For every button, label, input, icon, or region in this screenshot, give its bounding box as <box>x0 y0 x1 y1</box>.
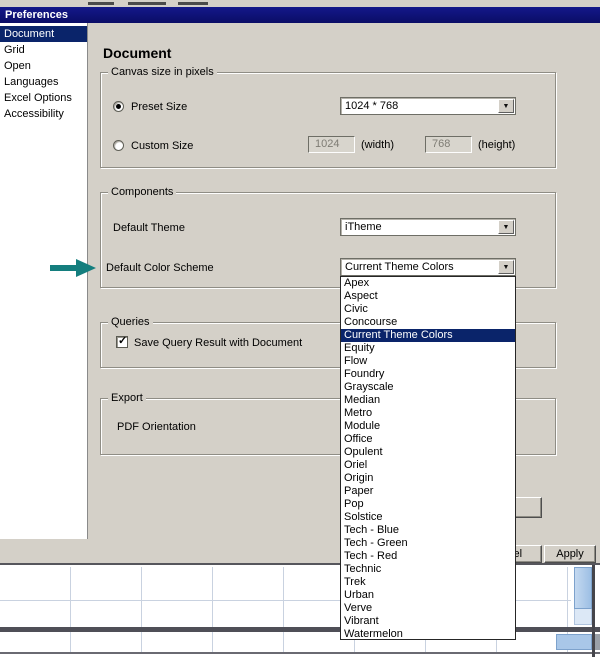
page-title: Document <box>103 45 172 61</box>
color-scheme-option[interactable]: Trek <box>341 576 515 589</box>
toolbar-text-fragment <box>88 2 114 5</box>
dialog-title: Preferences <box>5 9 68 21</box>
annotation-arrow-icon <box>50 259 96 280</box>
color-scheme-option[interactable]: Current Theme Colors <box>341 329 515 342</box>
components-group-title: Components <box>108 185 177 199</box>
dropdown-arrow-glyph: ▼ <box>502 103 510 110</box>
pdf-orientation-label: PDF Orientation <box>117 421 196 433</box>
save-query-label: Save Query Result with Document <box>134 337 303 349</box>
custom-size-radio[interactable] <box>113 140 124 151</box>
color-scheme-option[interactable]: Verve <box>341 602 515 615</box>
color-scheme-option[interactable]: Office <box>341 433 515 446</box>
dropdown-arrow-glyph: ▼ <box>502 264 510 271</box>
color-scheme-option[interactable]: Paper <box>341 485 515 498</box>
color-scheme-option[interactable]: Technic <box>341 563 515 576</box>
dropdown-arrow-glyph: ▼ <box>502 224 510 231</box>
default-theme-label: Default Theme <box>113 222 185 234</box>
color-scheme-option[interactable]: Tech - Red <box>341 550 515 563</box>
default-theme-dropdown[interactable]: iTheme ▼ <box>340 218 516 236</box>
background-toolbar-fragment <box>0 0 600 7</box>
category-sidebar: Document Grid Open Languages Excel Options Ac… <box>0 23 88 539</box>
color-scheme-option[interactable]: Apex <box>341 277 515 290</box>
window-divider <box>0 652 600 654</box>
preset-size-dropdown[interactable]: 1024 * 768 ▼ <box>340 97 516 115</box>
color-scheme-option[interactable]: Module <box>341 420 515 433</box>
color-scheme-option[interactable]: Median <box>341 394 515 407</box>
preset-size-value: 1024 * 768 <box>345 100 399 112</box>
dropdown-arrow-icon[interactable]: ▼ <box>498 260 514 274</box>
color-scheme-option[interactable]: Equity <box>341 342 515 355</box>
export-group-title: Export <box>108 391 146 405</box>
color-scheme-option[interactable]: Solstice <box>341 511 515 524</box>
sidebar-item[interactable]: Excel Options <box>0 90 87 106</box>
toolbar-text-fragment <box>178 2 208 5</box>
custom-size-label: Custom Size <box>131 140 194 152</box>
color-scheme-option[interactable]: Grayscale <box>341 381 515 394</box>
color-scheme-option[interactable]: Watermelon <box>341 628 515 639</box>
color-scheme-option[interactable]: Vibrant <box>341 615 515 628</box>
window-edge <box>592 565 595 657</box>
color-scheme-option[interactable]: Concourse <box>341 316 515 329</box>
save-query-checkbox[interactable]: ✓ <box>116 335 128 348</box>
color-scheme-option[interactable]: Civic <box>341 303 515 316</box>
color-scheme-option[interactable]: Pop <box>341 498 515 511</box>
color-scheme-option[interactable]: Flow <box>341 355 515 368</box>
color-scheme-option[interactable]: Origin <box>341 472 515 485</box>
custom-height-suffix: (height) <box>478 139 516 151</box>
default-theme-value: iTheme <box>345 221 382 233</box>
dropdown-arrow-icon[interactable]: ▼ <box>498 99 514 113</box>
dialog-titlebar[interactable]: Preferences <box>0 7 600 23</box>
canvas-size-group: Canvas size in pixels <box>100 65 556 168</box>
color-scheme-option[interactable]: Tech - Green <box>341 537 515 550</box>
queries-group-title: Queries <box>108 315 153 329</box>
color-scheme-option[interactable]: Foundry <box>341 368 515 381</box>
default-color-scheme-label: Default Color Scheme <box>106 262 214 274</box>
preset-size-radio[interactable] <box>113 101 124 112</box>
sidebar-item[interactable]: Document <box>0 26 87 42</box>
custom-height-field[interactable]: 768 <box>425 136 472 153</box>
default-color-scheme-value: Current Theme Colors <box>345 261 454 273</box>
sidebar-item[interactable]: Languages <box>0 74 87 90</box>
preset-size-label: Preset Size <box>131 101 188 113</box>
horizontal-scrollbar-fragment[interactable] <box>556 634 592 650</box>
custom-width-suffix: (width) <box>361 139 395 151</box>
default-color-scheme-dropdown[interactable]: Current Theme Colors ▼ <box>340 258 516 276</box>
apply-button[interactable]: Apply <box>544 545 596 563</box>
canvas-size-group-title: Canvas size in pixels <box>108 65 217 79</box>
sidebar-item[interactable]: Grid <box>0 42 87 58</box>
sidebar-item[interactable]: Open <box>0 58 87 74</box>
color-scheme-option[interactable]: Tech - Blue <box>341 524 515 537</box>
color-scheme-option[interactable]: Aspect <box>341 290 515 303</box>
screen: Preferences Document Grid Open Languages Exc… <box>0 0 600 661</box>
sidebar-item[interactable]: Accessibility <box>0 106 87 122</box>
dropdown-arrow-icon[interactable]: ▼ <box>498 220 514 234</box>
color-scheme-option[interactable]: Oriel <box>341 459 515 472</box>
vertical-scrollbar-thumb[interactable] <box>574 567 592 609</box>
checkmark-icon: ✓ <box>118 335 128 347</box>
custom-width-field[interactable]: 1024 <box>308 136 355 153</box>
color-scheme-option[interactable]: Metro <box>341 407 515 420</box>
color-scheme-options-list: Apex Aspect Civic Concourse Current Theme Co… <box>340 276 516 640</box>
color-scheme-option[interactable]: Urban <box>341 589 515 602</box>
toolbar-text-fragment <box>128 2 166 5</box>
color-scheme-option[interactable]: Opulent <box>341 446 515 459</box>
